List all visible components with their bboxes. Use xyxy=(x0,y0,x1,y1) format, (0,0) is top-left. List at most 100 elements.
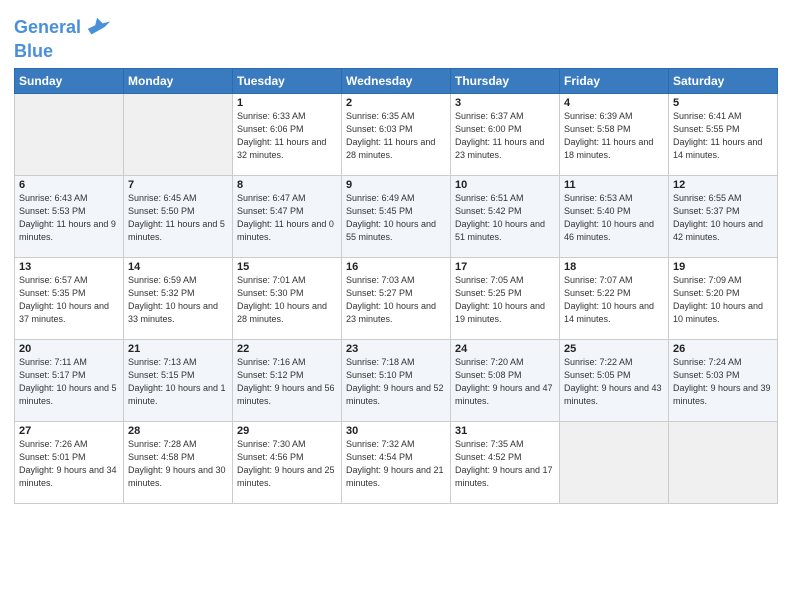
day-number: 23 xyxy=(346,343,446,355)
day-number: 21 xyxy=(128,343,228,355)
calendar-cell: 16Sunrise: 7:03 AM Sunset: 5:27 PM Dayli… xyxy=(342,257,451,339)
day-info: Sunrise: 6:53 AM Sunset: 5:40 PM Dayligh… xyxy=(564,192,664,244)
calendar-cell: 13Sunrise: 6:57 AM Sunset: 5:35 PM Dayli… xyxy=(15,257,124,339)
calendar-cell xyxy=(15,93,124,175)
weekday-header-tuesday: Tuesday xyxy=(233,68,342,93)
calendar-cell: 5Sunrise: 6:41 AM Sunset: 5:55 PM Daylig… xyxy=(669,93,778,175)
calendar-cell: 6Sunrise: 6:43 AM Sunset: 5:53 PM Daylig… xyxy=(15,175,124,257)
week-row-1: 1Sunrise: 6:33 AM Sunset: 6:06 PM Daylig… xyxy=(15,93,778,175)
day-number: 3 xyxy=(455,97,555,109)
calendar-cell: 23Sunrise: 7:18 AM Sunset: 5:10 PM Dayli… xyxy=(342,339,451,421)
weekday-header-friday: Friday xyxy=(560,68,669,93)
logo-text: General Blue xyxy=(14,14,112,62)
weekday-header-thursday: Thursday xyxy=(451,68,560,93)
day-number: 13 xyxy=(19,261,119,273)
day-number: 10 xyxy=(455,179,555,191)
calendar-cell: 20Sunrise: 7:11 AM Sunset: 5:17 PM Dayli… xyxy=(15,339,124,421)
calendar-cell: 30Sunrise: 7:32 AM Sunset: 4:54 PM Dayli… xyxy=(342,421,451,503)
day-info: Sunrise: 7:13 AM Sunset: 5:15 PM Dayligh… xyxy=(128,356,228,408)
weekday-header-saturday: Saturday xyxy=(669,68,778,93)
calendar-cell: 25Sunrise: 7:22 AM Sunset: 5:05 PM Dayli… xyxy=(560,339,669,421)
calendar-cell: 4Sunrise: 6:39 AM Sunset: 5:58 PM Daylig… xyxy=(560,93,669,175)
day-number: 5 xyxy=(673,97,773,109)
calendar-cell: 26Sunrise: 7:24 AM Sunset: 5:03 PM Dayli… xyxy=(669,339,778,421)
logo: General Blue xyxy=(14,14,112,62)
day-info: Sunrise: 7:05 AM Sunset: 5:25 PM Dayligh… xyxy=(455,274,555,326)
header: General Blue xyxy=(14,10,778,62)
day-number: 20 xyxy=(19,343,119,355)
day-number: 26 xyxy=(673,343,773,355)
week-row-2: 6Sunrise: 6:43 AM Sunset: 5:53 PM Daylig… xyxy=(15,175,778,257)
calendar-cell: 3Sunrise: 6:37 AM Sunset: 6:00 PM Daylig… xyxy=(451,93,560,175)
day-info: Sunrise: 6:49 AM Sunset: 5:45 PM Dayligh… xyxy=(346,192,446,244)
day-info: Sunrise: 6:43 AM Sunset: 5:53 PM Dayligh… xyxy=(19,192,119,244)
week-row-4: 20Sunrise: 7:11 AM Sunset: 5:17 PM Dayli… xyxy=(15,339,778,421)
day-number: 27 xyxy=(19,425,119,437)
day-number: 1 xyxy=(237,97,337,109)
calendar-cell: 28Sunrise: 7:28 AM Sunset: 4:58 PM Dayli… xyxy=(124,421,233,503)
day-info: Sunrise: 7:11 AM Sunset: 5:17 PM Dayligh… xyxy=(19,356,119,408)
day-info: Sunrise: 6:47 AM Sunset: 5:47 PM Dayligh… xyxy=(237,192,337,244)
calendar-cell: 15Sunrise: 7:01 AM Sunset: 5:30 PM Dayli… xyxy=(233,257,342,339)
day-number: 2 xyxy=(346,97,446,109)
day-info: Sunrise: 7:28 AM Sunset: 4:58 PM Dayligh… xyxy=(128,438,228,490)
day-info: Sunrise: 7:20 AM Sunset: 5:08 PM Dayligh… xyxy=(455,356,555,408)
day-info: Sunrise: 6:59 AM Sunset: 5:32 PM Dayligh… xyxy=(128,274,228,326)
day-number: 18 xyxy=(564,261,664,273)
calendar-cell: 29Sunrise: 7:30 AM Sunset: 4:56 PM Dayli… xyxy=(233,421,342,503)
day-number: 24 xyxy=(455,343,555,355)
logo-icon xyxy=(84,14,112,42)
calendar-container: General Blue SundayMondayTuesdayWednesda… xyxy=(0,0,792,612)
calendar-cell: 22Sunrise: 7:16 AM Sunset: 5:12 PM Dayli… xyxy=(233,339,342,421)
day-info: Sunrise: 7:09 AM Sunset: 5:20 PM Dayligh… xyxy=(673,274,773,326)
calendar-cell: 14Sunrise: 6:59 AM Sunset: 5:32 PM Dayli… xyxy=(124,257,233,339)
calendar-cell: 8Sunrise: 6:47 AM Sunset: 5:47 PM Daylig… xyxy=(233,175,342,257)
day-info: Sunrise: 7:16 AM Sunset: 5:12 PM Dayligh… xyxy=(237,356,337,408)
day-number: 7 xyxy=(128,179,228,191)
day-info: Sunrise: 6:35 AM Sunset: 6:03 PM Dayligh… xyxy=(346,110,446,162)
day-info: Sunrise: 6:41 AM Sunset: 5:55 PM Dayligh… xyxy=(673,110,773,162)
calendar-cell: 19Sunrise: 7:09 AM Sunset: 5:20 PM Dayli… xyxy=(669,257,778,339)
week-row-5: 27Sunrise: 7:26 AM Sunset: 5:01 PM Dayli… xyxy=(15,421,778,503)
day-number: 19 xyxy=(673,261,773,273)
day-number: 25 xyxy=(564,343,664,355)
day-info: Sunrise: 6:33 AM Sunset: 6:06 PM Dayligh… xyxy=(237,110,337,162)
day-info: Sunrise: 7:07 AM Sunset: 5:22 PM Dayligh… xyxy=(564,274,664,326)
calendar-cell: 7Sunrise: 6:45 AM Sunset: 5:50 PM Daylig… xyxy=(124,175,233,257)
day-number: 29 xyxy=(237,425,337,437)
weekday-header-wednesday: Wednesday xyxy=(342,68,451,93)
calendar-cell: 21Sunrise: 7:13 AM Sunset: 5:15 PM Dayli… xyxy=(124,339,233,421)
day-info: Sunrise: 7:18 AM Sunset: 5:10 PM Dayligh… xyxy=(346,356,446,408)
calendar-cell: 17Sunrise: 7:05 AM Sunset: 5:25 PM Dayli… xyxy=(451,257,560,339)
day-number: 6 xyxy=(19,179,119,191)
calendar-cell: 9Sunrise: 6:49 AM Sunset: 5:45 PM Daylig… xyxy=(342,175,451,257)
day-info: Sunrise: 7:24 AM Sunset: 5:03 PM Dayligh… xyxy=(673,356,773,408)
day-info: Sunrise: 7:35 AM Sunset: 4:52 PM Dayligh… xyxy=(455,438,555,490)
day-info: Sunrise: 6:45 AM Sunset: 5:50 PM Dayligh… xyxy=(128,192,228,244)
day-info: Sunrise: 7:30 AM Sunset: 4:56 PM Dayligh… xyxy=(237,438,337,490)
weekday-header-row: SundayMondayTuesdayWednesdayThursdayFrid… xyxy=(15,68,778,93)
day-number: 9 xyxy=(346,179,446,191)
day-number: 16 xyxy=(346,261,446,273)
day-number: 15 xyxy=(237,261,337,273)
day-info: Sunrise: 6:55 AM Sunset: 5:37 PM Dayligh… xyxy=(673,192,773,244)
day-info: Sunrise: 6:51 AM Sunset: 5:42 PM Dayligh… xyxy=(455,192,555,244)
calendar-cell: 27Sunrise: 7:26 AM Sunset: 5:01 PM Dayli… xyxy=(15,421,124,503)
day-number: 22 xyxy=(237,343,337,355)
calendar-cell xyxy=(560,421,669,503)
calendar-cell: 24Sunrise: 7:20 AM Sunset: 5:08 PM Dayli… xyxy=(451,339,560,421)
day-number: 11 xyxy=(564,179,664,191)
calendar-cell xyxy=(669,421,778,503)
day-number: 30 xyxy=(346,425,446,437)
calendar-cell: 2Sunrise: 6:35 AM Sunset: 6:03 PM Daylig… xyxy=(342,93,451,175)
day-info: Sunrise: 6:37 AM Sunset: 6:00 PM Dayligh… xyxy=(455,110,555,162)
day-number: 14 xyxy=(128,261,228,273)
calendar-cell: 12Sunrise: 6:55 AM Sunset: 5:37 PM Dayli… xyxy=(669,175,778,257)
calendar-cell: 1Sunrise: 6:33 AM Sunset: 6:06 PM Daylig… xyxy=(233,93,342,175)
day-number: 31 xyxy=(455,425,555,437)
day-number: 12 xyxy=(673,179,773,191)
calendar-cell: 10Sunrise: 6:51 AM Sunset: 5:42 PM Dayli… xyxy=(451,175,560,257)
day-number: 8 xyxy=(237,179,337,191)
day-number: 4 xyxy=(564,97,664,109)
day-info: Sunrise: 7:26 AM Sunset: 5:01 PM Dayligh… xyxy=(19,438,119,490)
